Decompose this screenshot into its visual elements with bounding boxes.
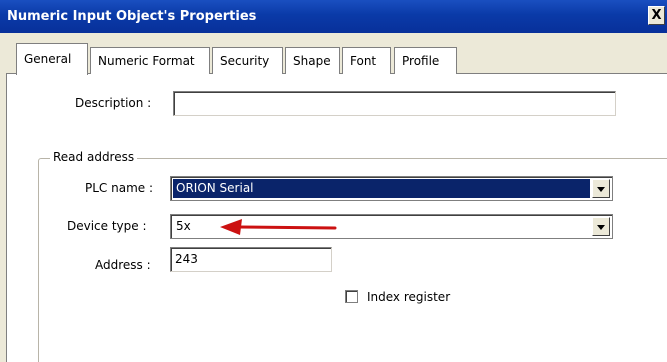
tab-shape[interactable]: Shape: [285, 47, 340, 74]
red-arrow-annotation: [220, 219, 337, 235]
address-field[interactable]: 243: [170, 247, 332, 272]
tab-strip: General Numeric Format Security Shape Fo…: [16, 43, 656, 75]
chevron-down-icon: [597, 187, 605, 192]
close-icon: X: [651, 8, 662, 23]
tab-font[interactable]: Font: [342, 47, 391, 74]
tab-security[interactable]: Security: [212, 47, 283, 74]
tab-profile[interactable]: Profile: [394, 47, 457, 74]
plc-name-value: ORION Serial: [173, 179, 590, 198]
address-label: Address :: [95, 258, 151, 272]
read-address-group-title: Read address: [50, 150, 138, 164]
dialog-title: Numeric Input Object's Properties: [7, 9, 257, 24]
title-bar[interactable]: Numeric Input Object's Properties X: [0, 0, 667, 33]
properties-dialog: Numeric Input Object's Properties X Gene…: [0, 0, 667, 362]
index-register-label: Index register: [367, 290, 451, 304]
index-register-checkbox[interactable]: [345, 290, 358, 303]
tab-general[interactable]: General: [16, 43, 88, 75]
description-label: Description :: [75, 96, 152, 110]
plc-name-dropdown-button[interactable]: [592, 179, 610, 198]
device-type-dropdown-button[interactable]: [592, 217, 610, 236]
close-button[interactable]: X: [648, 6, 665, 25]
tab-numeric-format[interactable]: Numeric Format: [90, 47, 210, 74]
chevron-down-icon: [597, 225, 605, 230]
device-type-label: Device type :: [67, 219, 147, 233]
description-field[interactable]: [173, 91, 616, 116]
plc-name-label: PLC name :: [85, 181, 154, 195]
plc-name-dropdown[interactable]: ORION Serial: [170, 176, 613, 201]
